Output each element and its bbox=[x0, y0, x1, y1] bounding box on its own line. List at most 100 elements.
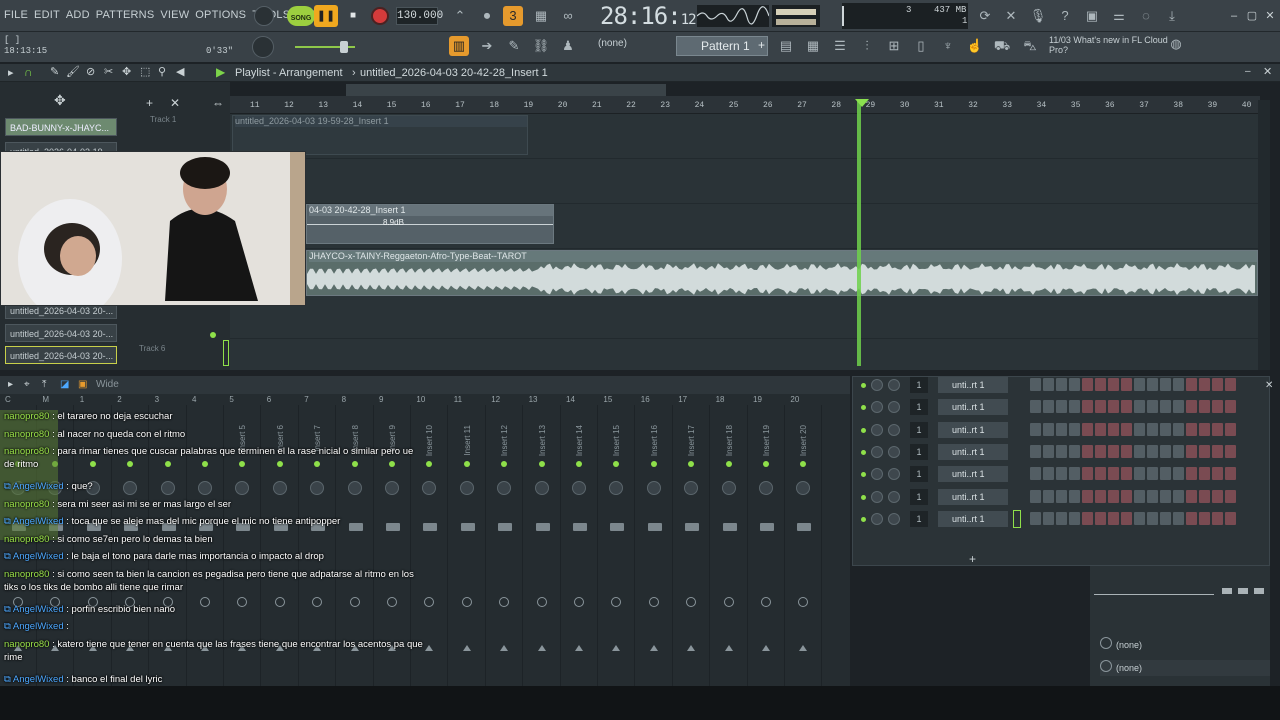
insert-led[interactable] bbox=[576, 461, 582, 467]
step-button[interactable] bbox=[1212, 467, 1223, 481]
pan-knob[interactable] bbox=[721, 481, 736, 495]
step-button[interactable] bbox=[1030, 422, 1041, 436]
channel-pan-knob[interactable] bbox=[871, 468, 883, 481]
mixer-view-icon[interactable]: ⫶ bbox=[857, 36, 877, 56]
channel-pan-knob[interactable] bbox=[871, 379, 883, 391]
step-button[interactable] bbox=[1108, 511, 1119, 525]
draw-icon[interactable]: ✎ bbox=[504, 36, 524, 56]
step-button[interactable] bbox=[1160, 378, 1171, 391]
loop-record-icon[interactable]: ∞ bbox=[558, 6, 578, 26]
step-button[interactable] bbox=[1134, 400, 1145, 414]
add-channel-button[interactable]: + bbox=[969, 552, 976, 566]
step-button[interactable] bbox=[1199, 378, 1210, 391]
mixer-insert[interactable]: Insert 16 bbox=[636, 405, 673, 690]
step-button[interactable] bbox=[1173, 444, 1184, 458]
route-icon[interactable] bbox=[499, 597, 510, 607]
channel-led[interactable] bbox=[861, 516, 866, 522]
step-button[interactable] bbox=[1160, 422, 1171, 436]
channel-mixer-track[interactable]: 1 bbox=[910, 377, 928, 393]
slider-handle[interactable] bbox=[340, 41, 348, 53]
channel-row[interactable]: 1 unti..rt 1 bbox=[858, 510, 1248, 530]
step-button[interactable] bbox=[1108, 467, 1119, 481]
route-icon[interactable] bbox=[536, 597, 547, 607]
wait-input-icon[interactable]: ⏺ bbox=[477, 6, 497, 26]
step-button[interactable] bbox=[1225, 489, 1236, 503]
news-panel[interactable]: 11/03 What's new in FL Cloud Pro? bbox=[1049, 35, 1189, 55]
step-button[interactable] bbox=[1186, 511, 1197, 525]
step-button[interactable] bbox=[1160, 489, 1171, 503]
step-button[interactable] bbox=[1121, 467, 1132, 481]
magnet-icon[interactable]: ∩ bbox=[24, 65, 33, 79]
channel-name-button[interactable]: unti..rt 1 bbox=[938, 510, 1008, 527]
save-icon[interactable]: ▣ bbox=[1082, 6, 1102, 26]
speaker-icon[interactable]: ◀ bbox=[176, 65, 184, 78]
step-button[interactable] bbox=[1147, 467, 1158, 481]
channel-row[interactable]: 1 unti..rt 1 bbox=[858, 465, 1248, 485]
route-icon[interactable] bbox=[686, 597, 697, 607]
add-pattern-icon[interactable]: + bbox=[758, 38, 765, 52]
channel-row[interactable]: 1 unti..rt 1 bbox=[858, 488, 1248, 508]
audio-clip[interactable]: 04-03 20-42-28_Insert 1 8.9dB bbox=[306, 204, 554, 244]
pan-knob[interactable] bbox=[459, 481, 474, 495]
send-arrow-icon[interactable] bbox=[649, 645, 658, 651]
brush-icon[interactable]: 🖌 bbox=[66, 65, 80, 78]
mixer-insert[interactable]: Insert 13 bbox=[524, 405, 561, 690]
step-button[interactable] bbox=[1212, 489, 1223, 503]
step-button[interactable] bbox=[1186, 400, 1197, 414]
send-arrow-icon[interactable] bbox=[575, 645, 583, 651]
close-icon[interactable]: ✕ bbox=[1262, 8, 1278, 24]
menu-view[interactable]: VIEW bbox=[160, 9, 189, 21]
insert-led[interactable] bbox=[650, 461, 657, 467]
step-button[interactable] bbox=[1147, 511, 1158, 525]
mixer-insert[interactable]: Insert 11 bbox=[449, 405, 486, 690]
arrow-right-icon[interactable]: ▸ bbox=[8, 379, 13, 390]
step-button[interactable] bbox=[1134, 467, 1145, 481]
pan-knob[interactable] bbox=[684, 481, 699, 495]
step-button[interactable] bbox=[1056, 400, 1067, 414]
step-button[interactable] bbox=[1095, 422, 1106, 436]
channel-name-button[interactable]: unti..rt 1 bbox=[938, 399, 1008, 416]
send-arrow-icon[interactable] bbox=[687, 645, 696, 651]
volume-fader[interactable] bbox=[685, 523, 700, 531]
volume-fader[interactable] bbox=[722, 523, 737, 531]
volume-fader[interactable] bbox=[535, 523, 550, 531]
pan-knob[interactable] bbox=[609, 481, 624, 495]
audio-clip[interactable]: untitled_2026-04-03 19-59-28_Insert 1 bbox=[232, 115, 528, 155]
pan-knob[interactable] bbox=[572, 481, 586, 495]
send-arrow-icon[interactable] bbox=[500, 645, 509, 651]
step-button[interactable] bbox=[1186, 489, 1197, 503]
route-icon[interactable] bbox=[798, 597, 809, 607]
channel-select-indicator[interactable] bbox=[1013, 510, 1021, 528]
fx-slot[interactable]: (none) bbox=[1100, 660, 1270, 676]
step-button[interactable] bbox=[1069, 511, 1080, 525]
plugin-icon[interactable]: ♆ bbox=[938, 36, 958, 56]
channel-volume-knob[interactable] bbox=[888, 401, 900, 414]
cart-icon[interactable]: ⛍ bbox=[1020, 36, 1040, 56]
menu-edit[interactable]: EDIT bbox=[34, 9, 60, 21]
insert-led[interactable] bbox=[538, 461, 545, 467]
piano-icon[interactable]: ▦ bbox=[803, 36, 823, 56]
route-icon[interactable] bbox=[761, 597, 771, 607]
step-button[interactable] bbox=[1108, 422, 1119, 436]
insert-led[interactable] bbox=[463, 461, 470, 467]
step-button[interactable] bbox=[1082, 422, 1093, 436]
step-button[interactable] bbox=[1160, 444, 1171, 458]
volume-fader[interactable] bbox=[760, 523, 774, 531]
mixer-tool-icon[interactable]: ⌖ bbox=[24, 379, 30, 390]
route-icon[interactable] bbox=[461, 597, 472, 607]
step-button[interactable] bbox=[1030, 400, 1041, 414]
step-button[interactable] bbox=[1173, 467, 1184, 481]
pencil-icon[interactable]: ✎ bbox=[50, 65, 59, 78]
step-button[interactable] bbox=[1095, 400, 1106, 414]
slip-icon[interactable]: ✂ bbox=[104, 65, 113, 78]
pan-knob[interactable] bbox=[759, 481, 773, 495]
track-list-item[interactable]: BAD-BUNNY-x-JHAYC... bbox=[5, 118, 117, 136]
pattern-none-label[interactable]: (none) bbox=[598, 38, 627, 49]
step-button[interactable] bbox=[1030, 444, 1041, 458]
route-icon[interactable]: ◪ bbox=[60, 379, 69, 390]
volume-fader[interactable] bbox=[573, 523, 587, 531]
channel-volume-knob[interactable] bbox=[888, 445, 900, 458]
close-icon[interactable]: ✕ bbox=[1265, 380, 1273, 391]
step-button[interactable] bbox=[1160, 467, 1171, 481]
arrow-right-icon[interactable]: ▸ bbox=[8, 66, 14, 79]
